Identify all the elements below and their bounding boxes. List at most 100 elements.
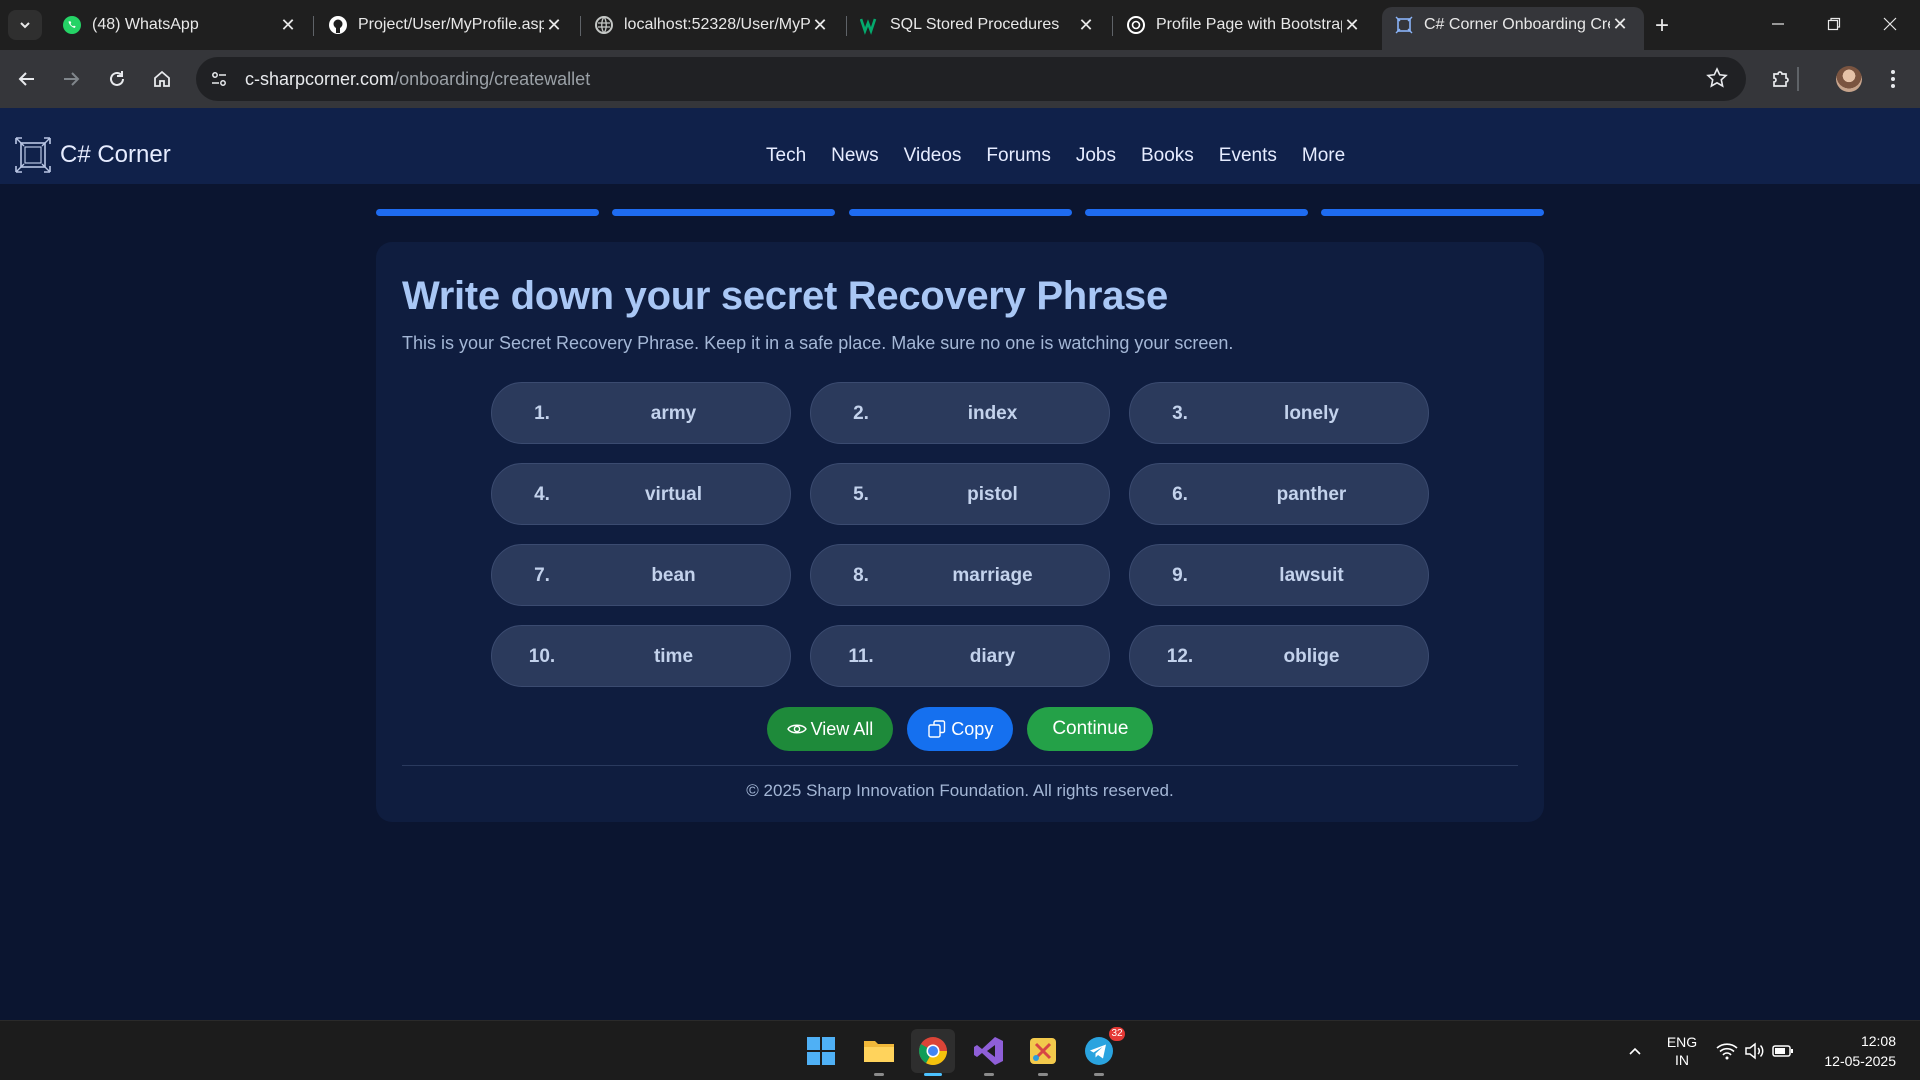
taskbar-file-explorer[interactable] <box>857 1029 901 1076</box>
close-icon[interactable]: ✕ <box>278 15 298 35</box>
running-indicator <box>1038 1073 1048 1076</box>
browser-toolbar: c-sharpcorner.com/onboarding/createwalle… <box>0 50 1920 108</box>
battery-icon <box>1772 1045 1793 1057</box>
browser-tab[interactable]: (48) WhatsApp ✕ <box>50 8 312 42</box>
word-number: 1. <box>534 403 550 424</box>
clock-time: 12:08 <box>1860 1033 1896 1049</box>
nav-item-forums[interactable]: Forums <box>986 145 1050 167</box>
word-text: army <box>650 403 697 424</box>
taskbar-chrome[interactable] <box>911 1029 955 1076</box>
tab-search-button[interactable] <box>8 10 42 40</box>
folder-icon <box>864 1041 894 1062</box>
brand-name: C# Corner <box>60 141 171 168</box>
word-number: 5. <box>853 484 869 505</box>
taskbar-telegram[interactable]: 32 <box>1077 1027 1125 1076</box>
start-button[interactable] <box>799 1029 843 1073</box>
recovery-word: 7. bean <box>491 544 791 606</box>
close-icon[interactable]: ✕ <box>544 15 564 35</box>
taskbar-visual-studio[interactable] <box>967 1029 1011 1076</box>
recovery-word: 1. army <box>491 382 791 444</box>
site-logo[interactable]: C# Corner <box>14 136 171 174</box>
more-vert-icon <box>1891 70 1895 88</box>
close-icon[interactable]: ✕ <box>1076 15 1096 35</box>
url-text: c-sharpcorner.com/onboarding/createwalle… <box>245 69 590 90</box>
language-indicator[interactable]: ENG IN <box>1664 1021 1700 1080</box>
browser-tab-strip: (48) WhatsApp ✕ Project/User/MyProfile.a… <box>0 0 1920 50</box>
word-number: 6. <box>1172 484 1188 505</box>
site-info-button[interactable] <box>201 61 237 97</box>
card-divider <box>402 765 1518 766</box>
close-window-button[interactable] <box>1862 6 1918 42</box>
back-button[interactable] <box>12 64 42 94</box>
nav-item-videos[interactable]: Videos <box>904 145 962 167</box>
copy-button[interactable]: Copy <box>907 707 1014 751</box>
restore-button[interactable] <box>1806 6 1862 42</box>
profile-button[interactable] <box>1834 64 1864 94</box>
recovery-word: 11. diary <box>810 625 1110 687</box>
close-icon[interactable]: ✕ <box>1610 14 1630 35</box>
arrow-left-icon <box>18 72 34 86</box>
globe-icon <box>594 15 614 35</box>
close-icon <box>1883 17 1897 31</box>
tab-separator <box>1112 16 1113 36</box>
show-hidden-icons-button[interactable] <box>1620 1043 1650 1059</box>
star-icon <box>1706 67 1728 88</box>
browser-tab-active[interactable]: C# Corner Onboarding Create Wallet ✕ <box>1382 7 1644 50</box>
taskbar-snipping-tool[interactable] <box>1021 1029 1065 1076</box>
browser-tab[interactable]: Profile Page with Bootstrap ✕ <box>1114 8 1376 42</box>
nav-item-news[interactable]: News <box>831 145 879 167</box>
word-number: 3. <box>1172 403 1188 424</box>
whatsapp-icon <box>62 15 82 35</box>
recovery-phrase-card: Write down your secret Recovery Phrase T… <box>376 242 1544 822</box>
browser-tab[interactable]: localhost:52328/User/MyProfile ✕ <box>582 8 844 42</box>
w3schools-icon <box>860 15 880 35</box>
chrome-menu-button[interactable] <box>1878 64 1908 94</box>
running-indicator <box>1094 1073 1104 1076</box>
tab-title: Profile Page with Bootstrap <box>1156 16 1342 33</box>
nav-item-events[interactable]: Events <box>1219 145 1277 167</box>
nav-item-tech[interactable]: Tech <box>766 145 806 167</box>
eye-icon <box>786 724 807 734</box>
nav-item-books[interactable]: Books <box>1141 145 1194 167</box>
minimize-button[interactable] <box>1750 6 1806 42</box>
windows-logo-icon <box>807 1037 835 1065</box>
word-number: 7. <box>534 565 550 586</box>
progress-step <box>376 209 599 216</box>
address-bar[interactable]: c-sharpcorner.com/onboarding/createwalle… <box>196 57 1746 101</box>
word-text: marriage <box>952 565 1033 586</box>
word-text: pistol <box>967 484 1018 505</box>
continue-button[interactable]: Continue <box>1027 707 1154 751</box>
recovery-word: 4. virtual <box>491 463 791 525</box>
network-volume-battery[interactable] <box>1716 1021 1794 1080</box>
avatar <box>1836 66 1862 92</box>
arrow-right-icon <box>64 72 80 86</box>
reload-button[interactable] <box>102 64 132 94</box>
plus-icon: + <box>1654 12 1669 39</box>
tab-title: localhost:52328/User/MyProfile <box>624 16 810 33</box>
csharpcorner-icon <box>1394 15 1414 35</box>
word-text: diary <box>969 646 1016 667</box>
nav-item-jobs[interactable]: Jobs <box>1076 145 1116 167</box>
tab-title: Project/User/MyProfile.aspx <box>358 16 544 33</box>
view-all-button[interactable]: View All <box>766 707 894 751</box>
forward-button[interactable] <box>56 64 86 94</box>
bookmark-star-button[interactable] <box>1706 67 1728 94</box>
close-icon[interactable]: ✕ <box>810 15 830 35</box>
clock[interactable]: 12:08 12-05-2025 <box>1810 1021 1896 1080</box>
word-number: 11. <box>848 646 874 667</box>
extensions-button[interactable] <box>1766 64 1796 94</box>
word-text: index <box>967 403 1018 424</box>
system-tray <box>1620 1021 1650 1080</box>
word-text: virtual <box>644 484 703 505</box>
new-tab-button[interactable]: + <box>1648 12 1676 40</box>
close-icon[interactable]: ✕ <box>1342 15 1362 35</box>
tab-separator <box>580 16 581 36</box>
browser-tab[interactable]: SQL Stored Procedures ✕ <box>848 8 1110 42</box>
home-button[interactable] <box>147 64 177 94</box>
progress-step <box>1084 209 1308 216</box>
csharpcorner-logo-icon <box>15 137 51 173</box>
browser-tab[interactable]: Project/User/MyProfile.aspx ✕ <box>316 8 578 42</box>
nav-item-more[interactable]: More <box>1302 145 1345 167</box>
openai-icon <box>1126 15 1146 35</box>
running-indicator <box>924 1073 942 1076</box>
